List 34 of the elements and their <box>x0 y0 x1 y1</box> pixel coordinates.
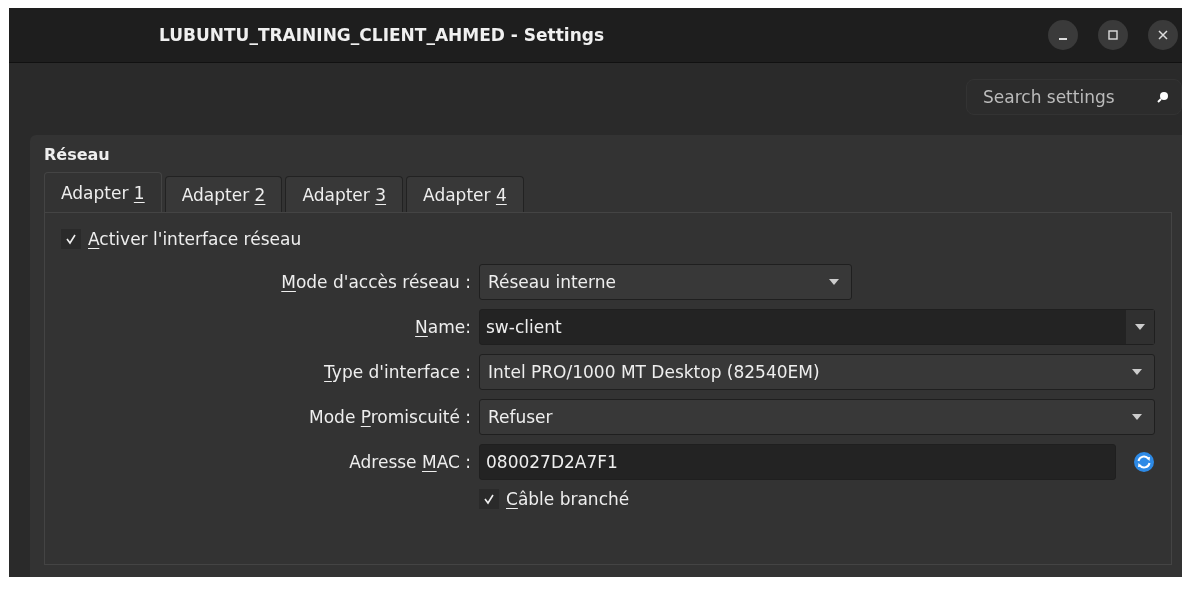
search-field[interactable]: Search settings <box>966 79 1182 115</box>
maximize-icon <box>1107 29 1119 41</box>
tab[interactable]: Adapter 4 <box>406 176 524 213</box>
close-icon <box>1157 29 1169 41</box>
caret-icon <box>829 279 839 285</box>
search-icon <box>1156 90 1170 104</box>
checkbox-label: Câble branché <box>506 489 630 509</box>
input-field[interactable]: 080027D2A7F1 <box>479 444 1116 480</box>
check-icon <box>65 233 77 245</box>
check-icon <box>483 493 495 505</box>
field-label: Type d'interface : <box>323 362 471 382</box>
refresh-icon[interactable] <box>1133 451 1155 473</box>
checkbox[interactable] <box>61 229 81 249</box>
close-button[interactable] <box>1148 20 1178 50</box>
window-title: LUBUNTU_TRAINING_CLIENT_AHMED - Settings <box>159 25 605 45</box>
combo-field[interactable]: sw-client <box>479 309 1155 345</box>
field-label: Mode d'accès réseau : <box>280 272 471 292</box>
field-label: Adresse MAC : <box>348 452 471 472</box>
caret-icon <box>1132 414 1142 420</box>
caret-icon <box>1135 324 1145 330</box>
maximize-button[interactable] <box>1098 20 1128 50</box>
dropdown[interactable]: Refuser <box>479 399 1155 435</box>
caret-icon <box>1132 369 1142 375</box>
tab[interactable]: Adapter 1 <box>44 172 162 213</box>
checkbox-label: Activer l'interface réseau <box>88 229 302 249</box>
dropdown[interactable]: Intel PRO/1000 MT Desktop (82540EM) <box>479 354 1155 390</box>
minimize-icon <box>1059 38 1067 40</box>
field-label: Name: <box>414 317 471 337</box>
field-label: Mode Promiscuité : <box>308 407 471 427</box>
tab[interactable]: Adapter 3 <box>285 176 404 213</box>
group-title: Réseau <box>44 145 111 164</box>
tab[interactable]: Adapter 2 <box>164 176 283 213</box>
checkbox[interactable] <box>479 489 499 509</box>
dropdown[interactable]: Réseau interne <box>479 264 852 300</box>
